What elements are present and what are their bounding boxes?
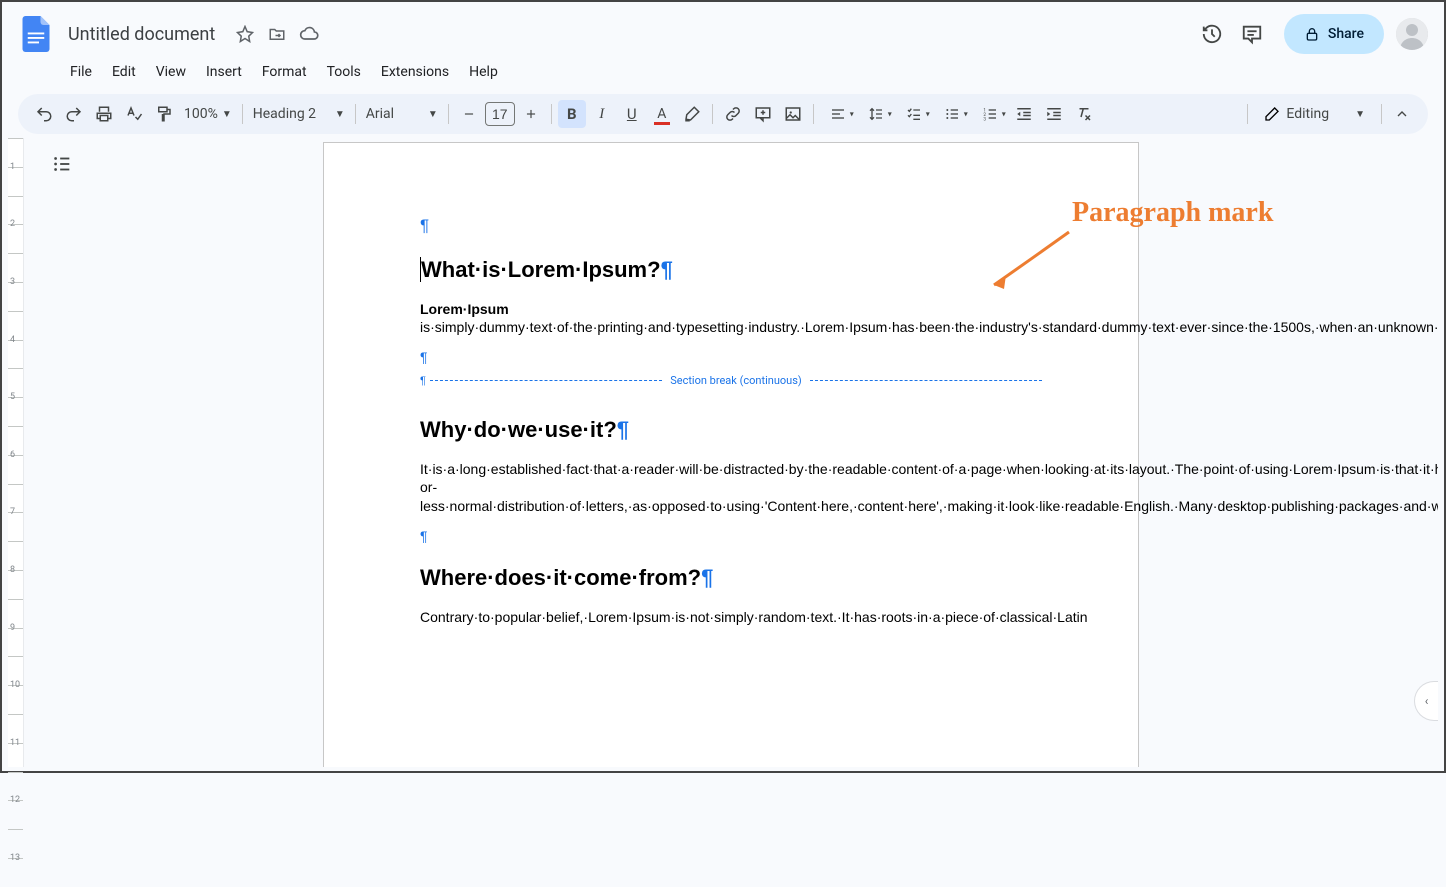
collapse-toolbar-button[interactable] — [1388, 100, 1416, 128]
menu-extensions[interactable]: Extensions — [373, 60, 457, 84]
avatar[interactable] — [1396, 18, 1428, 50]
section-break: ¶ Section break (continuous) — [420, 374, 1042, 387]
bulleted-list-button[interactable] — [934, 100, 970, 128]
star-icon[interactable] — [233, 22, 257, 46]
bold-button[interactable]: B — [558, 100, 586, 128]
insert-link-button[interactable] — [719, 100, 747, 128]
menu-insert[interactable]: Insert — [198, 60, 250, 84]
paint-format-button[interactable] — [150, 100, 178, 128]
menu-edit[interactable]: Edit — [104, 60, 144, 84]
numbered-list-button[interactable]: 123 — [972, 100, 1008, 128]
print-button[interactable] — [90, 100, 118, 128]
insert-image-button[interactable] — [779, 100, 807, 128]
toolbar: 100%▼ Heading 2▼ Arial▼ B I U A 123 Edit… — [18, 94, 1428, 134]
empty-paragraph[interactable]: ¶ — [420, 527, 1042, 545]
font-size-decrease-button[interactable] — [455, 100, 483, 128]
font-select[interactable]: Arial▼ — [362, 106, 442, 122]
clear-formatting-button[interactable] — [1070, 100, 1098, 128]
empty-paragraph[interactable]: ¶ — [420, 348, 1042, 366]
heading-1[interactable]: What·is·Lorem·Ipsum?¶ — [420, 255, 1042, 286]
editing-mode-button[interactable]: Editing ▼ — [1254, 100, 1375, 128]
document-scroll-area[interactable]: Paragraph mark ¶ What·is·Lorem·Ipsum?¶ L… — [24, 138, 1438, 767]
insert-comment-button[interactable] — [749, 100, 777, 128]
font-size-increase-button[interactable] — [517, 100, 545, 128]
paragraph-style-select[interactable]: Heading 2▼ — [249, 106, 349, 122]
svg-text:3: 3 — [983, 117, 986, 122]
heading-2[interactable]: Why·do·we·use·it?¶ — [420, 415, 1042, 446]
document-outline-button[interactable] — [48, 150, 76, 178]
share-button[interactable]: Share — [1284, 14, 1384, 54]
menu-format[interactable]: Format — [254, 60, 315, 84]
docs-logo[interactable] — [18, 16, 54, 52]
cloud-status-icon[interactable] — [297, 22, 321, 46]
paragraph-1[interactable]: Lorem·Ipsum is·simply·dummy·text·of·the·… — [420, 300, 1042, 336]
highlight-color-button[interactable] — [678, 100, 706, 128]
zoom-select[interactable]: 100%▼ — [180, 106, 236, 122]
paragraph-2[interactable]: It·is·a·long·established·fact·that·a·rea… — [420, 460, 1042, 515]
italic-button[interactable]: I — [588, 100, 616, 128]
annotation-text: Paragraph mark — [1072, 197, 1273, 229]
increase-indent-button[interactable] — [1040, 100, 1068, 128]
spellcheck-button[interactable] — [120, 100, 148, 128]
menu-tools[interactable]: Tools — [319, 60, 369, 84]
menu-file[interactable]: File — [62, 60, 100, 84]
share-label: Share — [1328, 26, 1364, 42]
menu-view[interactable]: View — [148, 60, 194, 84]
vertical-ruler[interactable]: 12345678910111213 — [8, 138, 24, 767]
line-spacing-button[interactable] — [858, 100, 894, 128]
chevron-down-icon: ▼ — [335, 109, 345, 120]
comments-icon[interactable] — [1232, 14, 1272, 54]
font-size-control — [455, 100, 545, 128]
text-color-button[interactable]: A — [648, 100, 676, 128]
pencil-icon — [1264, 106, 1280, 122]
menu-help[interactable]: Help — [461, 60, 506, 84]
lock-icon — [1304, 26, 1320, 42]
checklist-button[interactable] — [896, 100, 932, 128]
redo-button[interactable] — [60, 100, 88, 128]
history-icon[interactable] — [1192, 14, 1232, 54]
document-title[interactable]: Untitled document — [62, 22, 221, 47]
titlebar: Untitled document Share — [2, 2, 1444, 58]
underline-button[interactable]: U — [618, 100, 646, 128]
font-size-input[interactable] — [485, 102, 515, 126]
align-button[interactable] — [820, 100, 856, 128]
chevron-down-icon: ▼ — [1355, 109, 1365, 120]
paragraph-3[interactable]: Contrary·to·popular·belief,·Lorem·Ipsum·… — [420, 608, 1042, 626]
chevron-down-icon: ▼ — [428, 109, 438, 120]
move-icon[interactable] — [265, 22, 289, 46]
undo-button[interactable] — [30, 100, 58, 128]
decrease-indent-button[interactable] — [1010, 100, 1038, 128]
chevron-down-icon: ▼ — [222, 109, 232, 120]
menubar: File Edit View Insert Format Tools Exten… — [2, 58, 1444, 86]
empty-paragraph[interactable]: ¶ — [420, 215, 1042, 237]
document-page[interactable]: Paragraph mark ¶ What·is·Lorem·Ipsum?¶ L… — [323, 142, 1139, 767]
heading-3[interactable]: Where·does·it·come·from?¶ — [420, 563, 1042, 594]
